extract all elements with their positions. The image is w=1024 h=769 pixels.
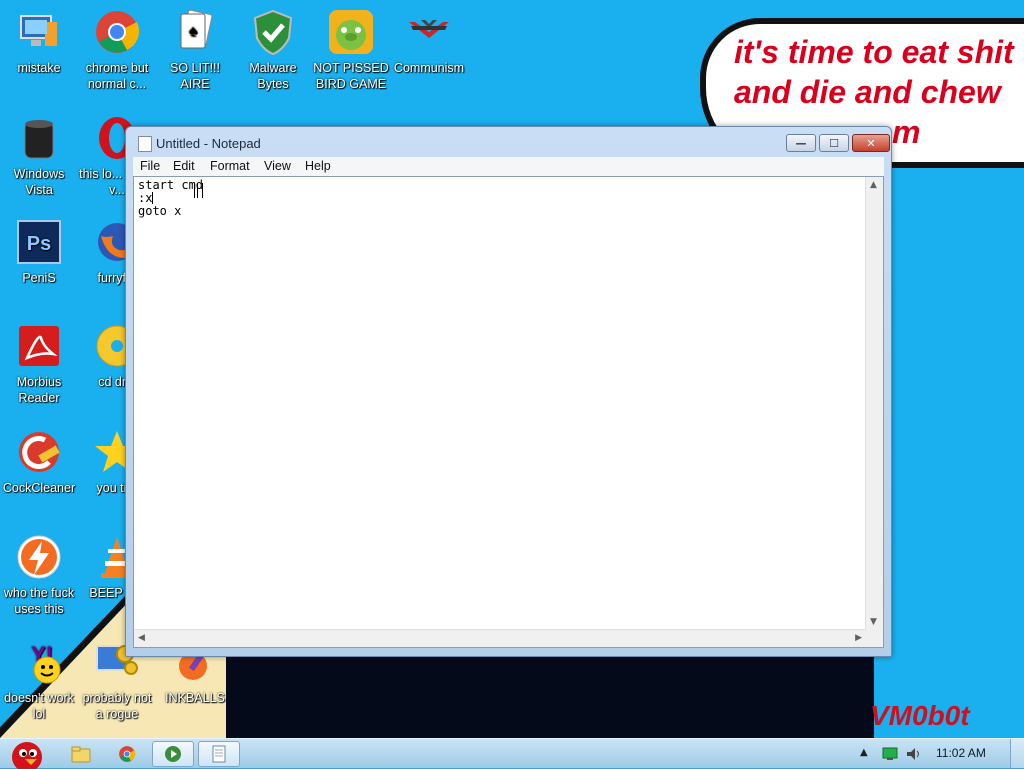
chrome-icon xyxy=(93,8,141,56)
desktop-icon-label: Communism xyxy=(393,61,465,75)
desktop-icon-label: probably not a rogue xyxy=(82,691,152,721)
menu-view[interactable]: View xyxy=(264,159,291,173)
maximize-button[interactable]: ☐ xyxy=(819,134,849,152)
playing-cards-icon: ♠ xyxy=(171,8,219,56)
svg-text:Ps: Ps xyxy=(27,233,51,255)
desktop-icon-cockcleaner[interactable]: CockCleaner xyxy=(0,428,78,496)
text-caret xyxy=(152,192,154,204)
network-icon[interactable] xyxy=(882,747,898,761)
speech-bubble-line: m xyxy=(892,114,921,150)
editor-line: :x xyxy=(138,191,153,205)
smiley-icon: Y! xyxy=(15,638,63,686)
taskbar-clock[interactable]: 11:02 AM xyxy=(936,746,986,760)
svg-text:♠: ♠ xyxy=(189,23,198,40)
taskbar: ▲ 11:02 AM xyxy=(0,738,1024,769)
desktop-icon-label: NOT PISSED BIRD GAME xyxy=(313,61,389,91)
computer-icon xyxy=(15,8,63,56)
desktop-icon-label: mistake xyxy=(17,61,61,75)
taskbar-notepad-button[interactable] xyxy=(198,741,240,767)
pdf-icon xyxy=(15,322,63,370)
lightning-icon xyxy=(15,533,63,581)
desktop-icon-bird-game[interactable]: NOT PISSED BIRD GAME xyxy=(312,8,390,92)
desktop-icon-yahoo[interactable]: Y! doesn't work lol xyxy=(0,638,78,722)
desktop-icon-morbius-reader[interactable]: Morbius Reader xyxy=(0,322,78,406)
wallpaper-dark-block xyxy=(226,655,874,738)
speech-bubble-line: it's time to eat shit xyxy=(734,34,1014,70)
menu-bar: File Edit Format View Help xyxy=(133,157,884,176)
menu-edit[interactable]: Edit xyxy=(173,159,195,173)
text-editor[interactable]: start cmd:x goto x ▲ ▼ ◀ ▶ xyxy=(133,176,884,648)
desktop-icon-label: who the fuck uses this xyxy=(3,586,75,616)
scroll-right-icon[interactable]: ▶ xyxy=(855,633,862,643)
menu-format[interactable]: Format xyxy=(210,159,250,173)
pig-icon xyxy=(327,8,375,56)
desktop: it's time to eat shit and die and chew m… xyxy=(0,0,1024,738)
desktop-icon-label: doesn't work lol xyxy=(4,691,74,721)
emblem-icon xyxy=(405,8,453,56)
show-desktop-button[interactable] xyxy=(1010,739,1024,768)
show-hidden-icons-icon[interactable]: ▲ xyxy=(860,747,868,758)
volume-icon[interactable] xyxy=(906,747,922,761)
notepad-titlebar[interactable]: Untitled - Notepad — ☐ ✕ xyxy=(126,127,891,157)
editor-line: goto x xyxy=(138,204,182,218)
taskbar-media-button[interactable] xyxy=(152,741,194,767)
scrollbar-corner xyxy=(866,630,883,647)
minimize-button[interactable]: — xyxy=(786,134,816,152)
close-button[interactable]: ✕ xyxy=(852,134,890,152)
desktop-icon-label: chrome but normal c... xyxy=(85,61,149,91)
desktop-icon-solitaire[interactable]: ♠ SO LIT!!! AIRE xyxy=(156,8,234,92)
media-player-icon xyxy=(165,746,181,762)
scroll-down-icon[interactable]: ▼ xyxy=(870,617,877,627)
desktop-icon-winamp[interactable]: who the fuck uses this xyxy=(0,533,78,617)
desktop-icon-communism[interactable]: Communism xyxy=(390,8,468,76)
horizontal-scrollbar[interactable]: ◀ ▶ xyxy=(134,629,866,647)
notepad-icon xyxy=(212,745,226,763)
desktop-icon-label: Windows Vista xyxy=(13,167,65,197)
scroll-up-icon[interactable]: ▲ xyxy=(870,180,877,190)
recycle-bin-icon xyxy=(15,114,63,162)
wallpaper-watermark: VM0b0t xyxy=(870,700,970,731)
desktop-icon-label: SO LIT!!! AIRE xyxy=(169,61,220,91)
photoshop-icon: Ps xyxy=(15,218,63,266)
taskbar-explorer-button[interactable] xyxy=(60,741,102,767)
chrome-icon xyxy=(119,746,136,762)
angry-bird-icon xyxy=(12,742,42,769)
vertical-scrollbar[interactable]: ▲ ▼ xyxy=(865,177,883,630)
desktop-icon-chrome[interactable]: chrome but normal c... xyxy=(78,8,156,92)
desktop-icon-label: Morbius Reader xyxy=(16,375,62,405)
desktop-icon-malwarebytes[interactable]: Malware Bytes xyxy=(234,8,312,92)
window-title: Untitled - Notepad xyxy=(156,136,261,151)
menu-help[interactable]: Help xyxy=(305,159,331,173)
desktop-icon-label: CockCleaner xyxy=(2,481,76,495)
notepad-window[interactable]: Untitled - Notepad — ☐ ✕ File Edit Forma… xyxy=(125,126,892,657)
desktop-icon-label: PeniS xyxy=(22,271,56,285)
speech-bubble-line: and die and chew xyxy=(734,74,1001,110)
folder-icon xyxy=(71,746,91,763)
ibeam-cursor-icon xyxy=(194,183,203,198)
scroll-left-icon[interactable]: ◀ xyxy=(138,633,145,643)
start-button[interactable] xyxy=(0,741,52,769)
desktop-icon-photoshop[interactable]: Ps PeniS xyxy=(0,218,78,286)
menu-file[interactable]: File xyxy=(140,159,160,173)
notepad-icon xyxy=(138,136,152,152)
desktop-icon-label: INKBALLS xyxy=(165,691,225,705)
taskbar-chrome-button[interactable] xyxy=(106,741,148,767)
shield-icon xyxy=(249,8,297,56)
desktop-icon-label: Malware Bytes xyxy=(249,61,297,91)
cleaner-icon xyxy=(15,428,63,476)
desktop-icon-mistake[interactable]: mistake xyxy=(0,8,78,76)
desktop-icon-windows-vista[interactable]: Windows Vista xyxy=(0,114,78,198)
